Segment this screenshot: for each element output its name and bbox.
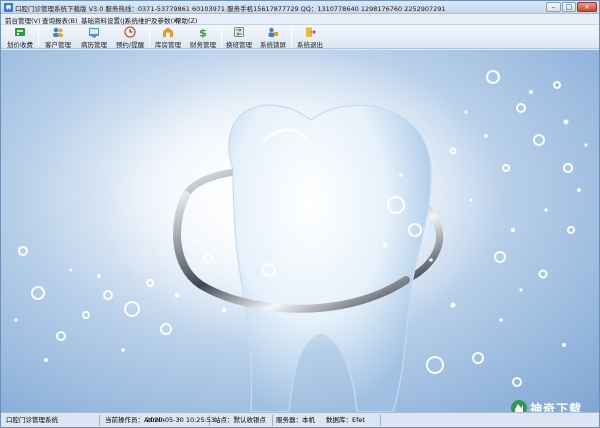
menu-system-maintenance[interactable]: 系统维护及参数(X) (125, 15, 180, 25)
cashier-icon (15, 28, 25, 36)
medical-record-icon (89, 28, 99, 38)
close-button[interactable]: × (577, 2, 597, 12)
customers-icon (53, 27, 63, 37)
menu-reports[interactable]: 查询报表(B) (42, 15, 78, 25)
toolbar-customers-button[interactable]: 客户管理 (42, 26, 74, 49)
toolbar-exit-button[interactable]: 系统退出 (294, 26, 326, 49)
toolbar-appointment-button[interactable]: 预约/提醒 (113, 26, 147, 49)
toolbar-lock-screen-button[interactable]: 系统锁屏 (257, 26, 289, 49)
svg-text:$: $ (199, 27, 207, 39)
toolbar-separator (149, 28, 150, 46)
toolbar-medical-records-button[interactable]: 病历管理 (78, 26, 110, 49)
exit-icon (306, 27, 316, 37)
status-system-name: 口腔门诊管理系统 (3, 415, 100, 426)
toolbar-shift-button[interactable]: 换班管理 (223, 26, 255, 49)
clock-icon (124, 26, 136, 38)
app-icon (4, 3, 13, 12)
toolbar: 划价收费 客户管理 病历管理 预约/提醒 库房管理 $ 财务管理 换班管理 系统… (1, 25, 599, 49)
finance-icon: $ (199, 27, 207, 39)
toolbar-separator (221, 28, 222, 46)
menu-front-desk[interactable]: 前台管理(V) (5, 15, 41, 25)
toolbar-cashier-button[interactable]: 划价收费 (4, 26, 36, 49)
maximize-button[interactable]: □ (562, 2, 576, 12)
workspace-background (1, 50, 599, 412)
menu-base-settings[interactable]: 基础资料设置(J) (81, 15, 127, 25)
status-datetime: 2020-05-30 10:25:53 (146, 416, 216, 424)
toolbar-separator (38, 28, 39, 46)
status-server: 服务器：本机 (276, 416, 315, 424)
tooth-shape (228, 104, 432, 412)
menu-help[interactable]: 帮助(Z) (175, 15, 198, 25)
application-window: 口腔门诊管理系统下载版 V3.0 服务热线：0371-53779861 6010… (0, 0, 600, 428)
toolbar-finance-button[interactable]: $ 财务管理 (187, 26, 219, 50)
minimize-button[interactable]: – (546, 2, 561, 12)
lock-icon (268, 27, 278, 37)
shift-icon (234, 27, 244, 37)
status-database: 数据库：Efet (323, 415, 381, 426)
toolbar-warehouse-button[interactable]: 库房管理 (152, 26, 184, 49)
status-site: 站点：默认收银点 (211, 415, 273, 426)
window-title: 口腔门诊管理系统下载版 V3.0 服务热线：0371-53779861 6010… (15, 5, 446, 13)
status-bar: 口腔门诊管理系统 当前操作员：Admin 2020-05-30 10:25:53… (1, 412, 599, 427)
title-bar[interactable]: 口腔门诊管理系统下载版 V3.0 服务热线：0371-53779861 6010… (1, 1, 599, 14)
toolbar-separator (291, 28, 292, 46)
tooth-illustration (14, 50, 588, 412)
menu-bar: 前台管理(V) 查询报表(B) 基础资料设置(J) 系统维护及参数(X) 帮助(… (1, 14, 599, 25)
warehouse-icon (163, 27, 173, 37)
